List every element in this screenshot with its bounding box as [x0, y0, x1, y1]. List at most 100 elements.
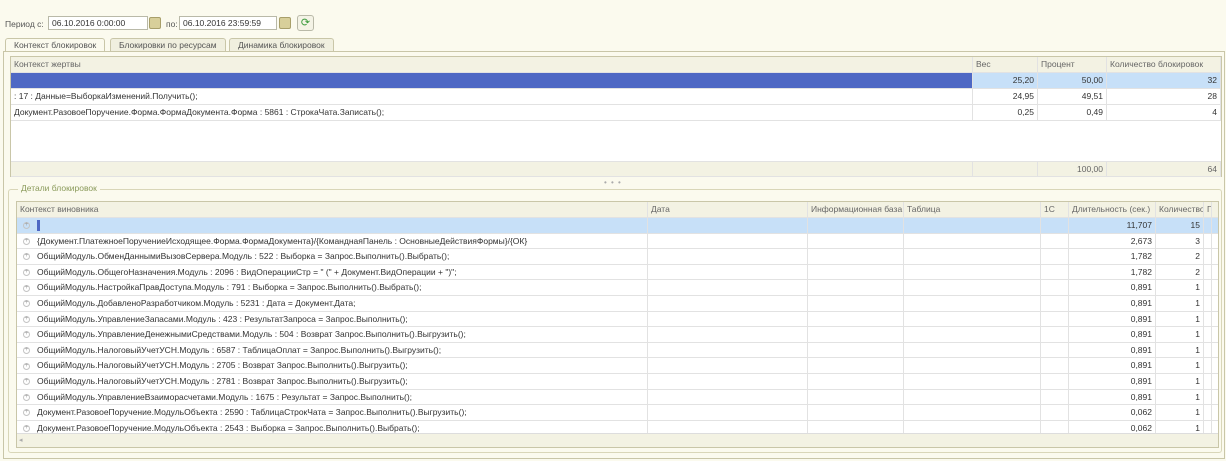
detail-table [904, 280, 1041, 295]
column-percent[interactable]: Процент [1038, 57, 1107, 72]
calendar-icon[interactable] [149, 17, 161, 29]
column-infobase[interactable]: Информационная база [808, 202, 904, 217]
victim-count: 32 [1107, 73, 1221, 88]
column-date[interactable]: Дата [648, 202, 808, 217]
expand-icon[interactable]: + [23, 253, 30, 261]
culprit-context: ОбщийМодуль.НалоговыйУчетУСН.Модуль : 27… [37, 376, 408, 386]
detail-duration: 0,891 [1069, 296, 1156, 311]
column-duration[interactable]: Длительность (сек.) [1069, 202, 1156, 217]
detail-row[interactable]: + ОбщийМодуль.НалоговыйУчетУСН.Модуль : 2… [17, 358, 1218, 374]
expand-icon[interactable]: + [23, 425, 30, 433]
detail-infobase [808, 280, 904, 295]
culprit-context: ОбщийМодуль.НалоговыйУчетУСН.Модуль : 65… [37, 344, 442, 355]
detail-infobase [808, 264, 904, 280]
splitter-handle[interactable]: • • • [604, 178, 622, 187]
detail-row[interactable]: + ОбщийМодуль.НалоговыйУчетУСН.Модуль : 2… [17, 374, 1218, 390]
detail-1c [1041, 311, 1069, 327]
column-table[interactable]: Таблица [904, 202, 1041, 217]
expand-icon[interactable]: + [23, 393, 30, 401]
victim-context [11, 73, 973, 88]
detail-date [648, 358, 808, 373]
culprit-context: Документ.РазовоеПоручение.МодульОбъекта … [37, 407, 467, 418]
expand-icon[interactable]: + [23, 269, 30, 277]
detail-row[interactable]: + Документ.РазовоеПоручение.МодульОбъекта… [17, 405, 1218, 421]
detail-duration: 0,891 [1069, 374, 1156, 389]
tab-lock-context[interactable]: Контекст блокировок [5, 38, 106, 52]
detail-row[interactable]: + ОбщийМодуль.УправлениеВзаиморасчетами.М… [17, 389, 1218, 406]
detail-count: 3 [1156, 233, 1204, 249]
column-weight[interactable]: Вес [973, 57, 1038, 72]
detail-1c [1041, 358, 1069, 373]
detail-duration: 1,782 [1069, 264, 1156, 280]
detail-count: 2 [1156, 249, 1204, 264]
detail-date [648, 374, 808, 389]
horizontal-scrollbar[interactable]: ◂ [17, 433, 1218, 447]
detail-p [1204, 358, 1212, 373]
detail-table [904, 327, 1041, 342]
detail-table [904, 249, 1041, 264]
detail-infobase [808, 249, 904, 264]
period-to-input[interactable]: 06.10.2016 23:59:59 [179, 16, 277, 30]
victim-context: : 17 : Данные=ВыборкаИзменений.Получить(… [11, 89, 973, 104]
tab-lock-dynamics[interactable]: Динамика блокировок [229, 38, 334, 51]
detail-date [648, 311, 808, 327]
detail-count: 1 [1156, 358, 1204, 373]
expand-icon[interactable]: + [23, 315, 30, 323]
victims-header: Контекст жертвы Вес Процент Количество б… [11, 57, 1221, 73]
tab-locks-by-resource[interactable]: Блокировки по ресурсам [110, 38, 226, 51]
detail-row[interactable]: + ОбщийМодуль.УправлениеЗапасами.Модуль :… [17, 311, 1218, 328]
expand-icon[interactable]: + [23, 362, 30, 370]
calendar-icon[interactable] [279, 17, 291, 29]
scroll-left-icon[interactable]: ◂ [19, 435, 29, 446]
column-1c[interactable]: 1С [1041, 202, 1069, 217]
detail-row[interactable]: + ОбщийМодуль.НастройкаПравДоступа.Модуль… [17, 280, 1218, 296]
column-p[interactable]: П [1204, 202, 1212, 217]
culprit-context: Документ.РазовоеПоручение.МодульОбъекта … [37, 422, 420, 433]
detail-row[interactable]: + ОбщийМодуль.НалоговыйУчетУСН.Модуль : 6… [17, 342, 1218, 359]
victim-row[interactable]: Документ.РазовоеПоручение.Форма.ФормаДок… [11, 105, 1221, 121]
period-from-label: Период с: [5, 19, 44, 29]
detail-infobase [808, 342, 904, 358]
detail-infobase [808, 218, 904, 233]
detail-infobase [808, 233, 904, 249]
victims-table[interactable]: Контекст жертвы Вес Процент Количество б… [10, 56, 1222, 177]
detail-table [904, 264, 1041, 280]
detail-1c [1041, 389, 1069, 405]
expand-icon[interactable]: + [23, 300, 30, 308]
detail-row[interactable]: + ОбщийМодуль.ДобавленоРазработчиком.Моду… [17, 296, 1218, 312]
expand-icon[interactable]: + [23, 222, 30, 230]
detail-row[interactable]: + ОбщийМодуль.ОбменДаннымиВызовСервера.Мо… [17, 249, 1218, 265]
period-from-input[interactable]: 06.10.2016 0:00:00 [48, 16, 148, 30]
column-lock-count[interactable]: Количество блокировок [1107, 57, 1221, 72]
detail-count: 1 [1156, 280, 1204, 295]
column-victim-context[interactable]: Контекст жертвы [11, 57, 973, 72]
victim-row[interactable]: 25,20 50,00 32 [11, 73, 1221, 89]
victim-row[interactable]: : 17 : Данные=ВыборкаИзменений.Получить(… [11, 89, 1221, 105]
detail-row[interactable]: + 11,707 15 [17, 218, 1218, 234]
detail-p [1204, 280, 1212, 295]
detail-row[interactable]: + {Документ.ПлатежноеПоручениеИсходящее.Ф… [17, 233, 1218, 250]
column-count[interactable]: Количество [1156, 202, 1204, 217]
details-header: Контекст виновника Дата Информационная б… [17, 202, 1218, 218]
culprit-context: ОбщийМодуль.УправлениеЗапасами.Модуль : … [37, 313, 408, 324]
expand-icon[interactable]: + [23, 409, 30, 417]
expand-icon[interactable]: + [23, 347, 30, 355]
culprit-context: ОбщийМодуль.УправлениеВзаиморасчетами.Мо… [37, 391, 413, 402]
expand-icon[interactable]: + [23, 378, 30, 386]
column-culprit-context[interactable]: Контекст виновника [17, 202, 648, 217]
victim-weight: 24,95 [973, 89, 1038, 104]
detail-count: 1 [1156, 342, 1204, 358]
detail-table [904, 405, 1041, 420]
detail-row[interactable]: + ОбщийМодуль.ОбщегоНазначения.Модуль : 2… [17, 264, 1218, 281]
total-percent: 100,00 [1038, 162, 1107, 176]
refresh-button[interactable]: ⟳ [297, 15, 314, 31]
details-table[interactable]: Контекст виновника Дата Информационная б… [16, 201, 1219, 448]
expand-icon[interactable]: + [23, 284, 30, 292]
detail-table [904, 311, 1041, 327]
detail-count: 1 [1156, 405, 1204, 420]
detail-row[interactable]: + ОбщийМодуль.УправлениеДенежнымиСредства… [17, 327, 1218, 343]
detail-duration: 0,891 [1069, 389, 1156, 405]
expand-icon[interactable]: + [23, 331, 30, 339]
detail-1c [1041, 264, 1069, 280]
expand-icon[interactable]: + [23, 237, 30, 245]
